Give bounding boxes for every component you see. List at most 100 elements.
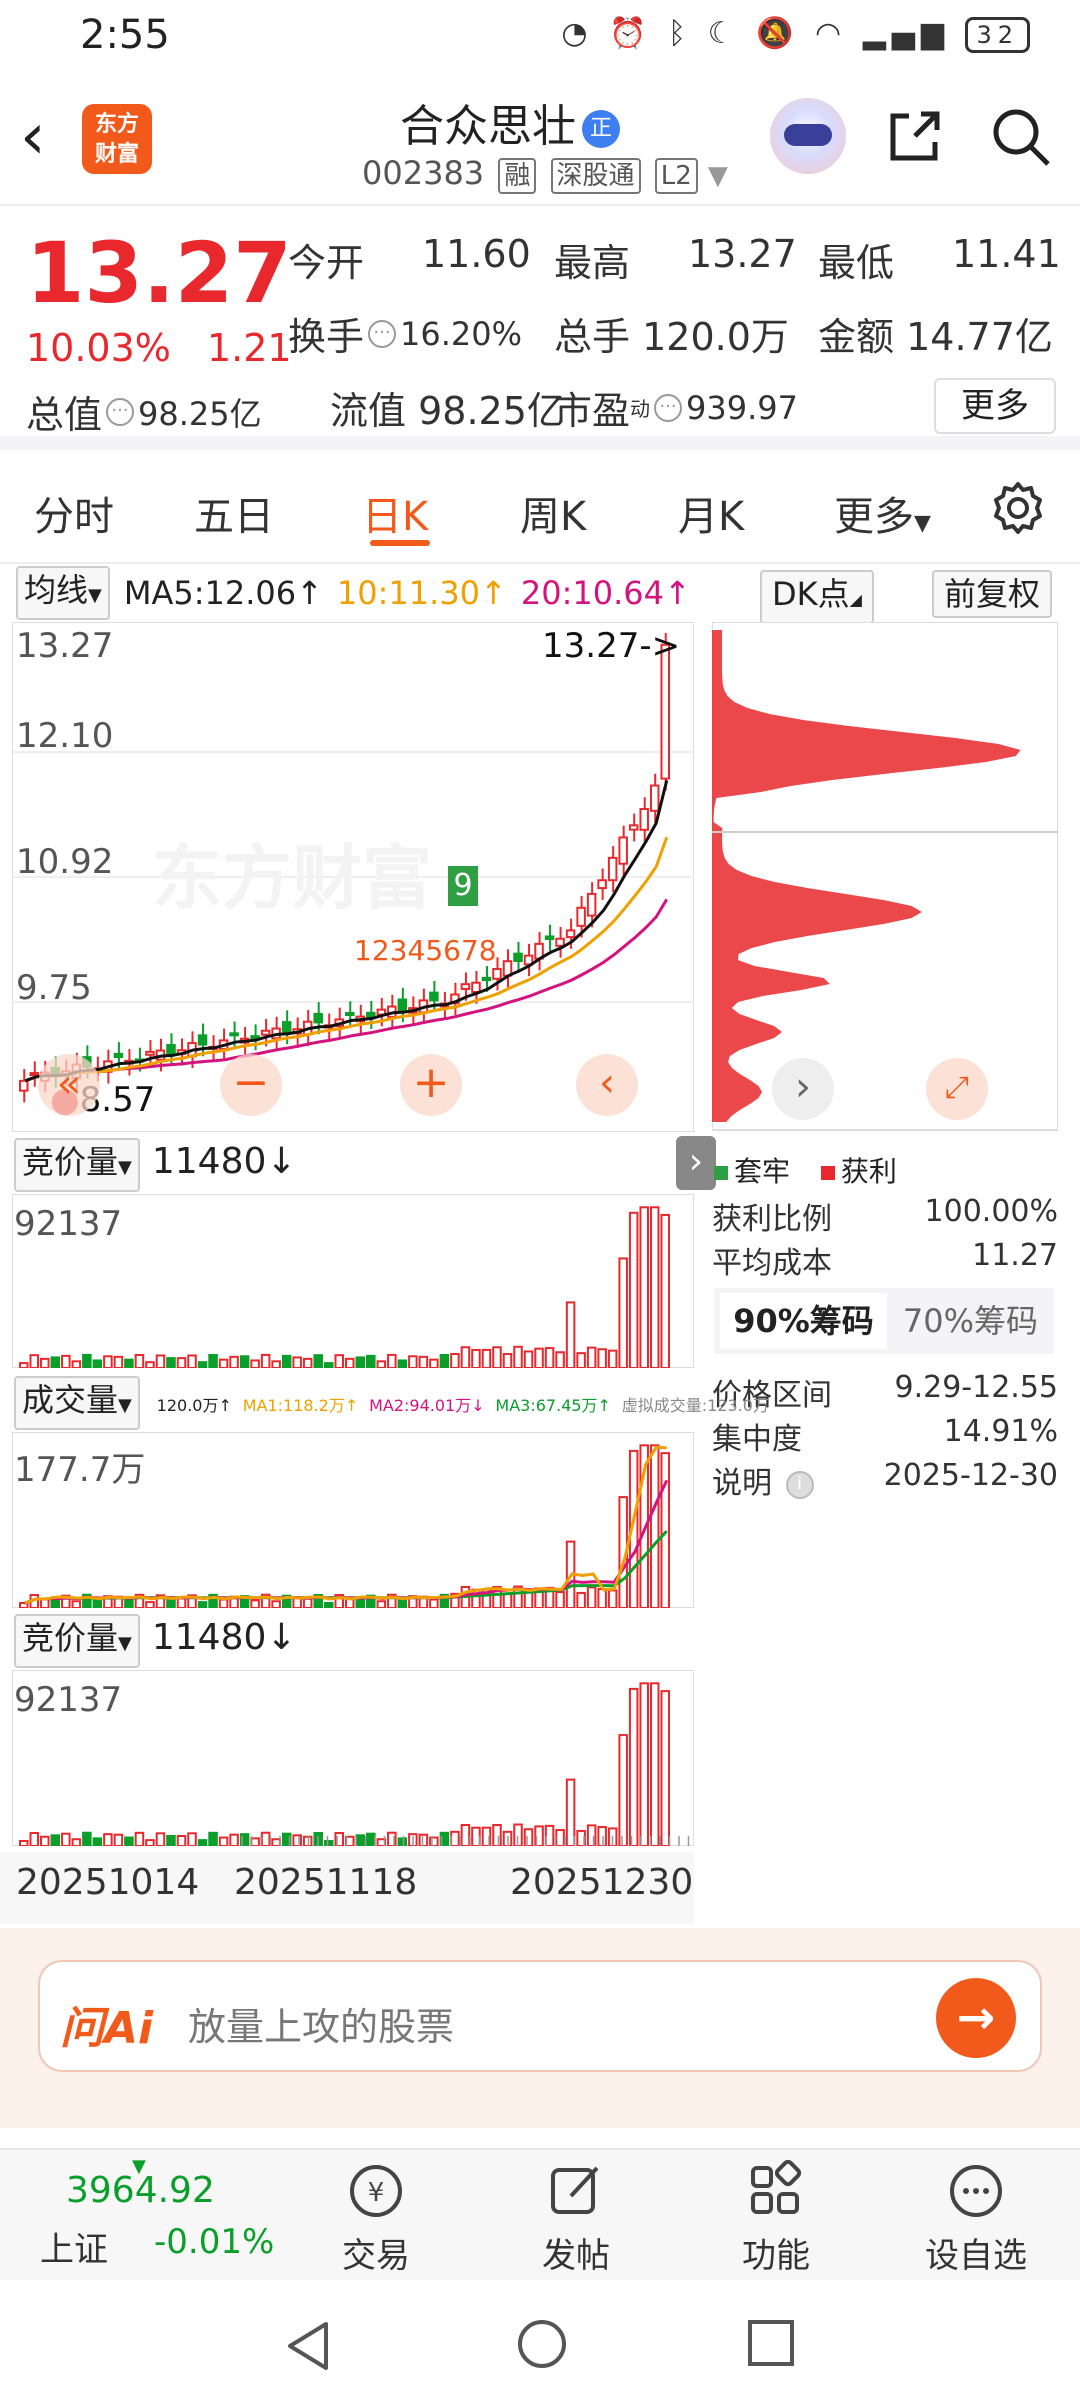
news-ticker[interactable] bbox=[0, 2128, 1080, 2148]
volume-bar bbox=[281, 1354, 292, 1369]
candle bbox=[607, 846, 618, 892]
svg-text:¥: ¥ bbox=[368, 2178, 385, 2208]
tab-monthly-k[interactable]: 月K bbox=[678, 484, 744, 542]
volume-bar bbox=[103, 1355, 113, 1370]
volume-bar bbox=[397, 1837, 408, 1847]
volume-bar bbox=[323, 1602, 334, 1610]
arrow-right-icon[interactable]: → bbox=[936, 1978, 1016, 2058]
change-amount: 1.21 bbox=[207, 326, 292, 370]
chip-tabs: 90%筹码 70%筹码 bbox=[714, 1288, 1054, 1354]
stock-title[interactable]: 合众思壮正 bbox=[400, 90, 620, 154]
candle bbox=[29, 1061, 40, 1087]
index-name[interactable]: 上证 bbox=[40, 2222, 108, 2271]
volume-bar bbox=[29, 1832, 40, 1847]
volume-bar bbox=[218, 1358, 229, 1369]
volume-bar bbox=[334, 1354, 344, 1370]
kline-chart[interactable]: 东方财富 13.27 12.10 10.92 9.75 13.27-> ●8.5… bbox=[11, 621, 695, 1133]
ask-ai-input[interactable]: 问Ai 放量上攻的股票 → bbox=[38, 1960, 1042, 2072]
tab-chip-90[interactable]: 90%筹码 bbox=[720, 1293, 887, 1349]
ai-assistant-avatar[interactable] bbox=[770, 98, 846, 174]
volume-bar bbox=[639, 1682, 649, 1847]
dropdown-triangle-icon: ▼ bbox=[118, 1395, 132, 1416]
back-button[interactable]: ‹ bbox=[20, 100, 46, 174]
volume-bar bbox=[376, 1360, 387, 1369]
volume-bar bbox=[323, 1840, 334, 1848]
volume-bar bbox=[555, 1351, 565, 1369]
volume-bar bbox=[639, 1206, 649, 1370]
volume-bar bbox=[250, 1837, 260, 1848]
volume-bar bbox=[597, 1348, 607, 1369]
dropdown-triangle-icon: ▼ bbox=[88, 585, 102, 606]
adjust-button[interactable]: 前复权 bbox=[932, 570, 1053, 618]
dropdown-triangle-icon: ▼ bbox=[914, 511, 931, 536]
auction-volume-chart[interactable]: 92137 bbox=[11, 1193, 695, 1370]
dropdown-triangle-icon: ▼ bbox=[118, 1633, 132, 1654]
chip-next-button[interactable]: › bbox=[772, 1058, 834, 1120]
zoom-in-button[interactable]: + bbox=[400, 1054, 462, 1116]
candle bbox=[597, 868, 607, 900]
volume-bar bbox=[555, 1829, 565, 1847]
system-navigation bbox=[0, 2282, 1080, 2400]
panel-toggle-button[interactable]: › bbox=[676, 1136, 716, 1190]
auction-volume-selector-2[interactable]: 竞价量▼ bbox=[14, 1614, 140, 1668]
expand-icon[interactable]: ⤢ bbox=[926, 1058, 988, 1120]
system-home-icon[interactable] bbox=[514, 2316, 570, 2372]
volume-bar bbox=[302, 1597, 313, 1610]
volume-bar bbox=[565, 1301, 576, 1369]
zoom-out-button[interactable]: − bbox=[220, 1054, 282, 1116]
search-icon[interactable] bbox=[990, 106, 1052, 168]
nav-functions[interactable]: 功能 bbox=[716, 2160, 836, 2277]
gear-icon[interactable] bbox=[990, 480, 1046, 536]
tab-chip-70[interactable]: 70%筹码 bbox=[887, 1293, 1054, 1349]
mute-icon: 🔕 bbox=[756, 16, 800, 51]
volume-bar bbox=[323, 1362, 334, 1370]
more-button[interactable]: 更多 bbox=[934, 378, 1056, 434]
info-icon[interactable]: i bbox=[785, 1470, 814, 1499]
tab-intraday[interactable]: 分时 bbox=[34, 484, 114, 542]
volume-bar bbox=[502, 1352, 513, 1369]
nav-watchlist[interactable]: 设自选 bbox=[916, 2160, 1036, 2277]
volume-bar bbox=[124, 1358, 134, 1369]
volume-bar bbox=[145, 1839, 155, 1847]
scroll-left-button[interactable]: ‹ bbox=[576, 1054, 638, 1116]
tab-weekly-k[interactable]: 周K bbox=[520, 484, 586, 542]
low-value: 11.41 bbox=[952, 232, 1061, 276]
volume-bar bbox=[397, 1599, 408, 1609]
bluetooth-icon: ᛒ bbox=[668, 16, 693, 51]
tab-daily-k[interactable]: 日K bbox=[362, 484, 428, 542]
dk-point-button[interactable]: DK点◢ bbox=[760, 570, 874, 624]
volume-bar bbox=[61, 1354, 71, 1370]
tag-connect: 深股通 bbox=[550, 158, 641, 194]
auction-volume-chart-2[interactable]: 92137 bbox=[11, 1669, 695, 1848]
share-icon[interactable] bbox=[885, 106, 945, 166]
app-logo[interactable]: 东方 财富 bbox=[82, 104, 152, 174]
volume-bar bbox=[660, 1213, 671, 1369]
scroll-left-far-button[interactable]: « bbox=[38, 1054, 100, 1116]
nav-post[interactable]: 发帖 bbox=[516, 2160, 636, 2277]
volume: 总手 120.0万 bbox=[554, 315, 789, 359]
volume-bar bbox=[239, 1355, 250, 1370]
profit-ratio-row: 获利比例 100.00% bbox=[712, 1194, 1058, 1237]
more-dots-icon bbox=[950, 2165, 1002, 2217]
tab-five-day[interactable]: 五日 bbox=[194, 484, 274, 542]
active-tab-indicator bbox=[370, 540, 430, 546]
speed-icon: ◔ bbox=[561, 16, 594, 51]
tab-more[interactable]: 更多▼ bbox=[834, 484, 931, 542]
volume-bar bbox=[355, 1356, 366, 1369]
system-recents-icon[interactable] bbox=[746, 2318, 796, 2368]
volume-bar bbox=[103, 1833, 113, 1848]
volume-bar bbox=[502, 1592, 513, 1610]
volume-selector[interactable]: 成交量▼ bbox=[14, 1376, 140, 1430]
stock-code-line[interactable]: 002383 融 深股通 L2 ▼ bbox=[362, 154, 728, 194]
auction-volume-selector[interactable]: 竞价量▼ bbox=[14, 1138, 140, 1192]
volume-chart[interactable]: 177.7万 bbox=[11, 1431, 695, 1610]
volume-bar bbox=[250, 1359, 260, 1370]
nav-trade[interactable]: ¥ 交易 bbox=[316, 2160, 436, 2277]
date-label-3: 20251230 bbox=[510, 1862, 694, 1903]
volume-bar bbox=[313, 1354, 323, 1369]
volume-bar bbox=[92, 1359, 103, 1370]
ma-selector[interactable]: 均线▼ bbox=[16, 566, 110, 620]
volume-bar bbox=[513, 1345, 523, 1369]
system-back-icon[interactable] bbox=[282, 2318, 332, 2374]
volume-bar bbox=[534, 1347, 544, 1370]
